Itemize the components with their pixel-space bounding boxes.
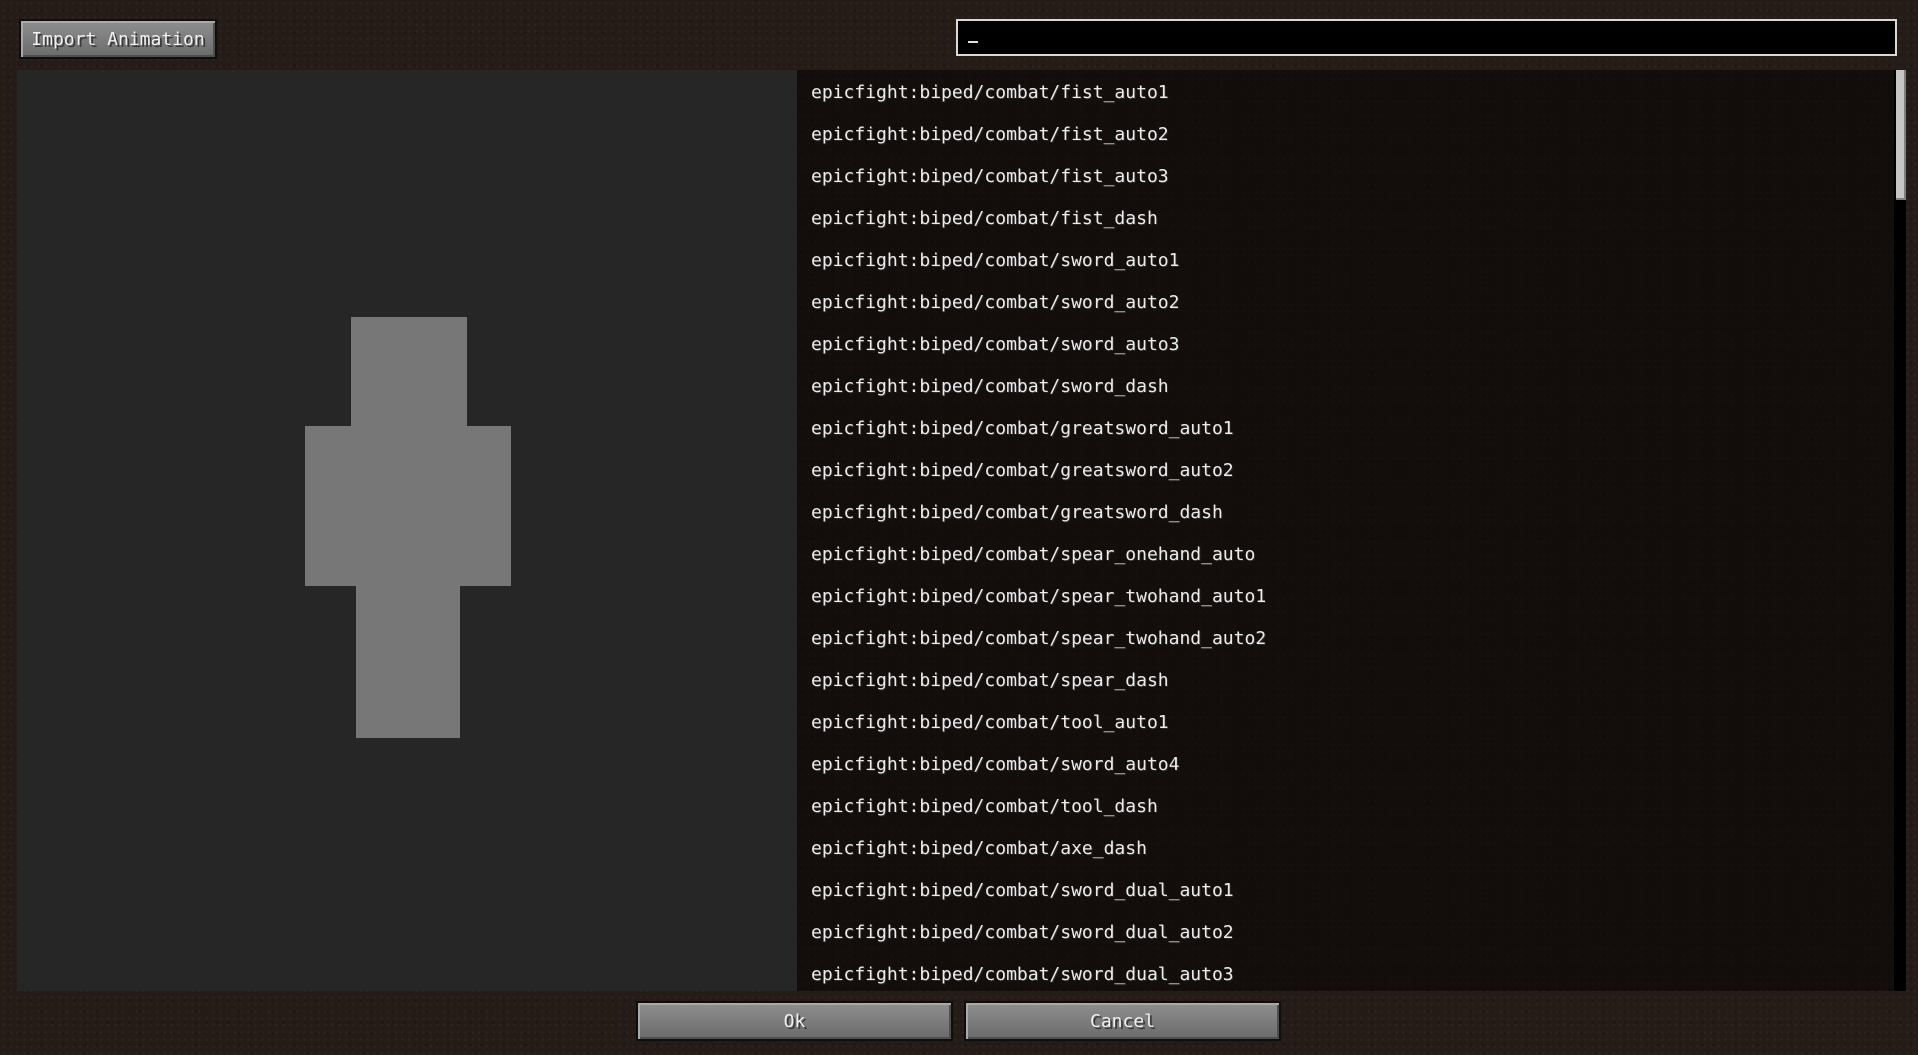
animation-list-item[interactable]: epicfight:biped/combat/fist_dash (811, 208, 1266, 250)
animation-list-item[interactable]: epicfight:biped/combat/spear_twohand_aut… (811, 586, 1266, 628)
cancel-button[interactable]: Cancel (964, 1001, 1281, 1041)
animation-list-item[interactable]: epicfight:biped/combat/sword_dash (811, 376, 1266, 418)
text-cursor (968, 29, 978, 43)
model-body (305, 426, 511, 586)
animation-list-item[interactable]: epicfight:biped/combat/fist_auto2 (811, 124, 1266, 166)
animation-list-item[interactable]: epicfight:biped/combat/sword_auto3 (811, 334, 1266, 376)
animation-list-panel[interactable]: epicfight:biped/combat/fist_auto1 epicfig… (797, 70, 1906, 991)
animation-list-item[interactable]: epicfight:biped/combat/greatsword_dash (811, 502, 1266, 544)
animation-list-item[interactable]: epicfight:biped/combat/spear_twohand_aut… (811, 628, 1266, 670)
model-preview-panel[interactable] (17, 70, 797, 991)
animation-list-item[interactable]: epicfight:biped/combat/spear_dash (811, 670, 1266, 712)
scrollbar-thumb[interactable] (1896, 70, 1906, 200)
animation-list: epicfight:biped/combat/fist_auto1 epicfig… (811, 82, 1266, 991)
import-animation-button[interactable]: Import Animation (19, 19, 217, 59)
animation-list-item[interactable]: epicfight:biped/combat/greatsword_auto2 (811, 460, 1266, 502)
ok-button[interactable]: Ok (636, 1001, 953, 1041)
model-legs (356, 586, 460, 738)
animation-list-item[interactable]: epicfight:biped/combat/sword_auto2 (811, 292, 1266, 334)
model-head (351, 317, 467, 437)
animation-list-item[interactable]: epicfight:biped/combat/axe_dash (811, 838, 1266, 880)
animation-list-item[interactable]: epicfight:biped/combat/sword_dual_auto1 (811, 880, 1266, 922)
animation-list-item[interactable]: epicfight:biped/combat/fist_auto3 (811, 166, 1266, 208)
search-input[interactable] (956, 19, 1897, 56)
animation-list-item[interactable]: epicfight:biped/combat/sword_auto4 (811, 754, 1266, 796)
animation-list-item[interactable]: epicfight:biped/combat/tool_auto1 (811, 712, 1266, 754)
animation-list-item[interactable]: epicfight:biped/combat/fist_auto1 (811, 82, 1266, 124)
animation-list-item[interactable]: epicfight:biped/combat/sword_auto1 (811, 250, 1266, 292)
scrollbar-track[interactable] (1894, 70, 1906, 991)
animation-list-item[interactable]: epicfight:biped/combat/tool_dash (811, 796, 1266, 838)
animation-list-item[interactable]: epicfight:biped/combat/sword_dual_auto3 (811, 964, 1266, 991)
animation-list-item[interactable]: epicfight:biped/combat/spear_onehand_aut… (811, 544, 1266, 586)
animation-list-item[interactable]: epicfight:biped/combat/greatsword_auto1 (811, 418, 1266, 460)
animation-list-item[interactable]: epicfight:biped/combat/sword_dual_auto2 (811, 922, 1266, 964)
